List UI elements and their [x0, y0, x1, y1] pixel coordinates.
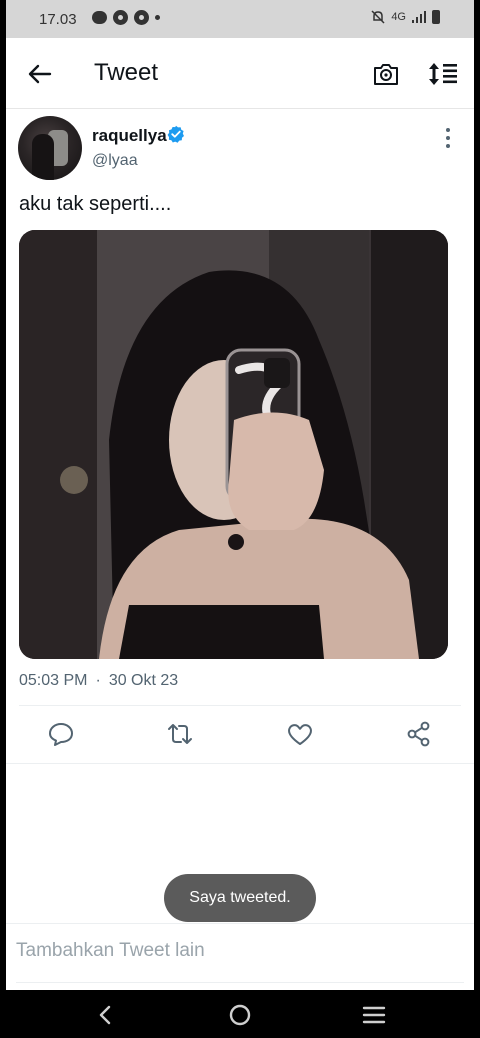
app-bar: Tweet	[6, 38, 474, 109]
chat-notification-icon	[92, 11, 107, 24]
system-navigation-bar	[0, 990, 480, 1038]
more-options-icon[interactable]	[440, 128, 456, 148]
avatar[interactable]	[18, 116, 82, 180]
page-title: Tweet	[94, 59, 159, 86]
sort-icon[interactable]	[428, 60, 460, 88]
tweet-photo[interactable]	[19, 230, 448, 659]
divider	[6, 763, 474, 764]
battery-icon	[432, 10, 440, 24]
user-handle[interactable]: @lyaa	[92, 152, 138, 170]
toast-message: Saya tweeted.	[164, 874, 316, 922]
back-arrow-icon[interactable]	[26, 60, 54, 88]
nav-back-icon[interactable]	[91, 1000, 121, 1030]
signal-icon	[412, 11, 426, 23]
nav-recents-icon[interactable]	[359, 1000, 389, 1030]
divider	[16, 982, 464, 983]
app-notification-icon	[134, 10, 149, 25]
verified-badge-icon	[167, 125, 184, 143]
heart-icon[interactable]	[286, 720, 314, 748]
network-type: 4G	[391, 11, 406, 23]
status-bar: 17.03 4G	[6, 0, 474, 38]
more-notifications-icon	[155, 15, 160, 20]
tweet-text: aku tak seperti....	[19, 193, 172, 215]
tweet-timestamp: 05:03 PM · 30 Okt 23	[19, 672, 178, 690]
notification-icons	[92, 10, 160, 25]
reply-icon[interactable]	[47, 720, 75, 748]
divider	[19, 705, 461, 706]
nav-home-icon[interactable]	[225, 1000, 255, 1030]
app-notification-icon	[113, 10, 128, 25]
camera-icon[interactable]	[372, 60, 400, 88]
tweet-date: 30 Okt 23	[108, 672, 179, 689]
retweet-icon[interactable]	[166, 720, 194, 748]
add-another-tweet-input[interactable]: Tambahkan Tweet lain	[16, 940, 464, 970]
mute-icon	[371, 10, 385, 24]
system-status-icons: 4G	[371, 10, 440, 24]
status-time: 17.03	[39, 11, 77, 28]
tweet-actions	[6, 712, 474, 756]
meta-separator: ·	[95, 672, 101, 689]
user-name[interactable]: raquellya	[92, 126, 167, 146]
tweet-time: 05:03 PM	[19, 672, 88, 689]
divider	[6, 923, 474, 924]
share-icon[interactable]	[405, 720, 433, 748]
tweet-detail-screen: 17.03 4G Tweet raquellya @lyaa aku tak s…	[6, 0, 474, 990]
